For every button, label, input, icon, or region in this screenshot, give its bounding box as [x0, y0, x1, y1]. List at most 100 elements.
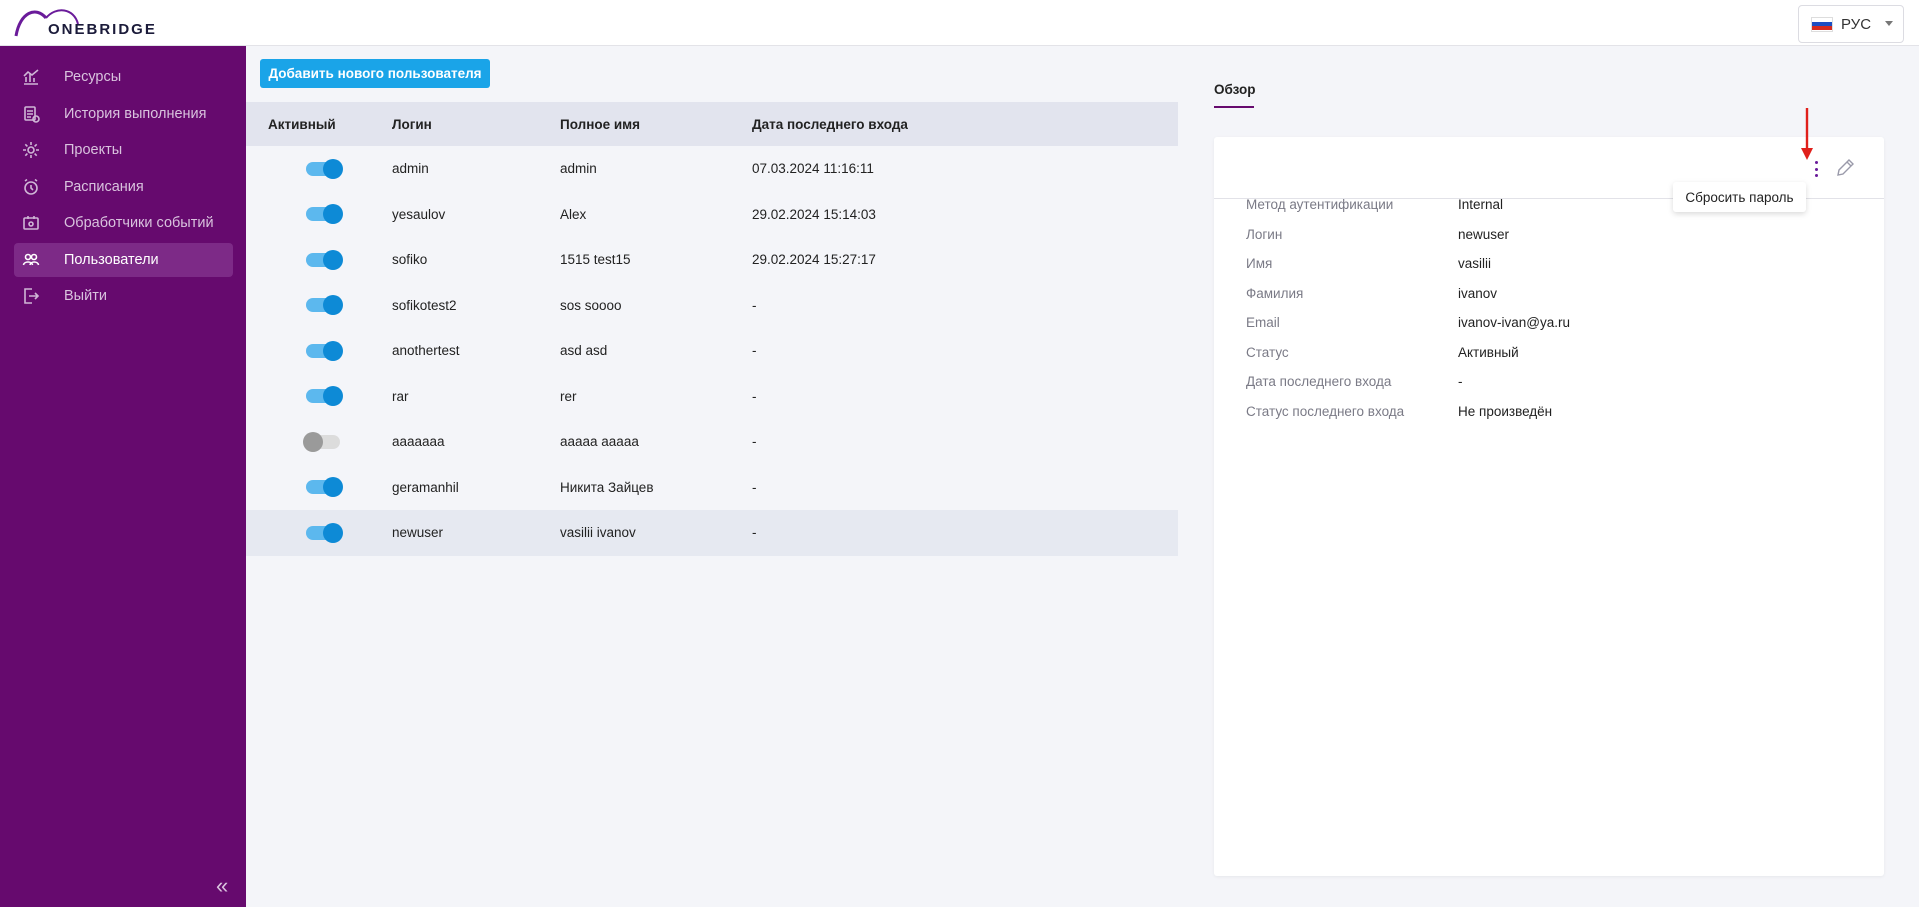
detail-value: vasilii	[1458, 256, 1492, 271]
sidebar-item-resources[interactable]: Ресурсы	[14, 60, 233, 94]
active-toggle[interactable]	[306, 295, 343, 316]
tab-overview[interactable]: Обзор	[1214, 82, 1256, 97]
column-header-fullname[interactable]: Полное имя	[560, 117, 752, 132]
active-toggle[interactable]	[306, 477, 343, 498]
detail-label: Логин	[1246, 227, 1283, 242]
sidebar-item-projects[interactable]: Проекты	[14, 133, 233, 167]
table-row[interactable]: newuser vasilii ivanov -	[246, 510, 1178, 556]
sidebar-item-history[interactable]: История выполнения	[14, 97, 233, 131]
login-cell: admin	[392, 161, 429, 177]
active-toggle[interactable]	[306, 249, 343, 270]
fullname-cell: Никита Зайцев	[560, 479, 654, 495]
users-table: Активный Логин Полное имя Дата последнег…	[246, 102, 1178, 556]
table-row[interactable]: yesaulov Alex 29.02.2024 15:14:03	[246, 192, 1178, 238]
detail-row: Фамилия ivanov	[1246, 286, 1866, 306]
active-cell	[246, 340, 368, 361]
last-login-cell: 07.03.2024 11:16:11	[752, 161, 874, 177]
users-icon	[21, 250, 41, 270]
detail-row: Статус Активный	[1246, 345, 1866, 365]
detail-label: Статус последнего входа	[1246, 404, 1405, 419]
active-toggle[interactable]	[306, 158, 343, 179]
collapse-sidebar-icon[interactable]: «	[216, 873, 228, 899]
chart-icon	[21, 67, 41, 87]
detail-label: Имя	[1246, 256, 1273, 271]
table-row[interactable]: sofikotest2 sos soooo -	[246, 283, 1178, 329]
sidebar-item-event-handlers[interactable]: Обработчики событий	[14, 206, 233, 240]
table-row[interactable]: aaaaaaa aaaaa aaaaa -	[246, 419, 1178, 465]
column-header-last-login[interactable]: Дата последнего входа	[752, 117, 1052, 132]
active-cell	[246, 249, 368, 270]
fullname-cell: rer	[560, 388, 577, 404]
russia-flag-icon	[1811, 16, 1833, 32]
sidebar-item-schedules[interactable]: Расписания	[14, 170, 233, 204]
detail-row: Email ivanov-ivan@ya.ru	[1246, 315, 1866, 335]
active-cell	[246, 431, 368, 452]
edit-pencil-icon[interactable]	[1834, 157, 1856, 179]
active-toggle[interactable]	[303, 431, 340, 452]
add-user-button[interactable]: Добавить нового пользователя	[260, 59, 490, 88]
sidebar-item-label: Ресурсы	[64, 69, 122, 85]
detail-value: newuser	[1458, 227, 1510, 242]
column-header-active[interactable]: Активный	[246, 117, 368, 132]
reset-password-tooltip[interactable]: Сбросить пароль	[1673, 182, 1806, 212]
fullname-cell: asd asd	[560, 343, 608, 359]
table-row[interactable]: geramanhil Никита Зайцев -	[246, 465, 1178, 511]
detail-value: Internal	[1458, 197, 1504, 212]
sidebar-item-users[interactable]: Пользователи	[14, 243, 233, 277]
detail-value: ivanov-ivan@ya.ru	[1458, 315, 1571, 330]
last-login-cell: -	[752, 388, 757, 404]
active-cell	[246, 204, 368, 225]
top-bar: ONEBRIDGE РУС	[0, 0, 1919, 46]
detail-label: Дата последнего входа	[1246, 374, 1392, 389]
last-login-cell: -	[752, 297, 757, 313]
active-toggle[interactable]	[306, 386, 343, 407]
last-login-cell: -	[752, 434, 757, 450]
detail-row: Логин newuser	[1246, 227, 1866, 247]
last-login-cell: 29.02.2024 15:27:17	[752, 252, 876, 268]
login-cell: newuser	[392, 525, 444, 541]
detail-value: -	[1458, 374, 1463, 389]
detail-value: Активный	[1458, 345, 1519, 360]
fullname-cell: aaaaa aaaaa	[560, 434, 639, 450]
active-cell	[246, 158, 368, 179]
sidebar-item-logout[interactable]: Выйти	[14, 279, 233, 313]
tab-underline	[1214, 106, 1254, 108]
logout-icon	[21, 286, 41, 306]
chevron-down-icon	[1885, 21, 1893, 26]
table-row[interactable]: sofiko 1515 test15 29.02.2024 15:27:17	[246, 237, 1178, 283]
user-details-card: Метод аутентификации Internal Логин newuser…	[1214, 137, 1884, 876]
table-row[interactable]: anothertest asd asd -	[246, 328, 1178, 374]
login-cell: sofiko	[392, 252, 428, 268]
sidebar-item-label: Выйти	[64, 288, 107, 304]
table-row[interactable]: admin admin 07.03.2024 11:16:11	[246, 146, 1178, 192]
language-selector[interactable]: РУС	[1798, 5, 1904, 43]
onebridge-logo[interactable]: ONEBRIDGE	[12, 4, 172, 40]
column-header-login[interactable]: Логин	[368, 117, 560, 132]
active-toggle[interactable]	[306, 522, 343, 543]
sidebar-item-label: Проекты	[64, 142, 123, 158]
sidebar-item-label: История выполнения	[64, 106, 207, 122]
active-cell	[246, 522, 368, 543]
active-toggle[interactable]	[306, 340, 343, 361]
last-login-cell: -	[752, 525, 757, 541]
detail-row: Имя vasilii	[1246, 256, 1866, 276]
login-cell: yesaulov	[392, 206, 446, 222]
history-icon	[21, 104, 41, 124]
active-cell	[246, 386, 368, 407]
table-header: Активный Логин Полное имя Дата последнег…	[246, 102, 1178, 146]
active-toggle[interactable]	[306, 204, 343, 225]
language-label: РУС	[1841, 15, 1872, 33]
sidebar-item-label: Расписания	[64, 179, 144, 195]
active-cell	[246, 295, 368, 316]
table-row[interactable]: rar rer -	[246, 374, 1178, 420]
detail-value: ivanov	[1458, 286, 1498, 301]
detail-label: Фамилия	[1246, 286, 1304, 301]
detail-label: Email	[1246, 315, 1280, 330]
fullname-cell: admin	[560, 161, 597, 177]
detail-label: Метод аутентификации	[1246, 197, 1394, 212]
gear-icon	[21, 140, 41, 160]
sidebar-item-label: Обработчики событий	[64, 215, 214, 231]
detail-label: Статус	[1246, 345, 1289, 360]
fullname-cell: 1515 test15	[560, 252, 631, 268]
detail-value: Не произведён	[1458, 404, 1553, 419]
